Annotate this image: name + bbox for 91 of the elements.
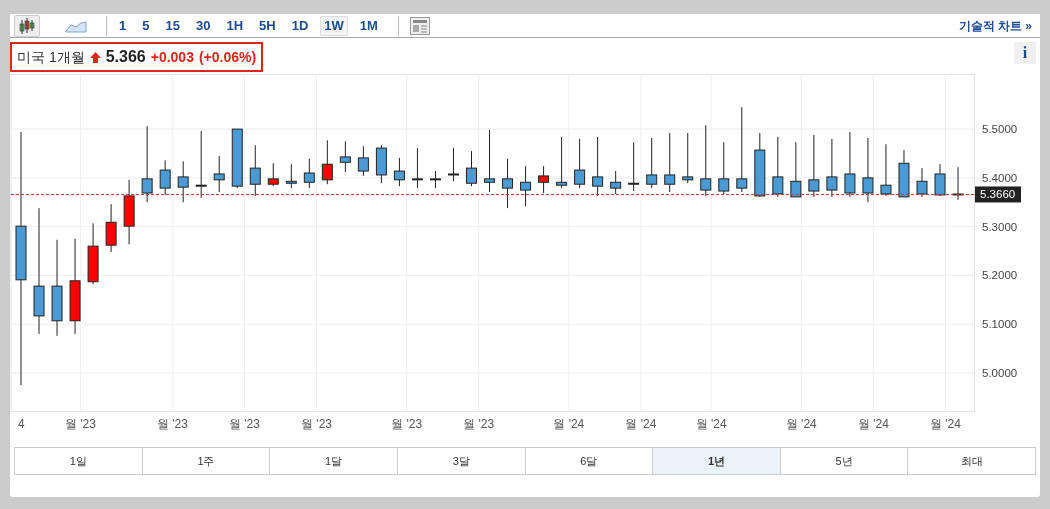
candle xyxy=(339,140,351,173)
x-axis-label: 월 '24 xyxy=(929,417,961,431)
interval-button[interactable]: 5H xyxy=(255,15,280,36)
info-button[interactable]: i xyxy=(1014,42,1036,64)
x-axis-label: 월 '23 xyxy=(463,417,495,431)
candle xyxy=(790,141,802,198)
interval-button[interactable]: 1W xyxy=(320,15,348,36)
x-axis-label: 월 '24 xyxy=(553,417,585,431)
candle xyxy=(123,179,135,245)
candle xyxy=(826,138,838,198)
candle xyxy=(411,147,423,189)
y-axis-label: 5.2000 xyxy=(982,269,1018,282)
interval-button[interactable]: 1H xyxy=(222,15,248,36)
ref-line-label: 5.3660 xyxy=(980,188,1016,201)
candle xyxy=(159,159,171,196)
candle xyxy=(429,170,441,189)
period-button[interactable]: 6달 xyxy=(525,447,654,475)
candle xyxy=(213,155,225,193)
candle xyxy=(357,145,369,177)
candle xyxy=(880,143,892,197)
candle xyxy=(285,163,297,189)
percent-change: (+0.06%) xyxy=(198,47,257,67)
candle xyxy=(592,136,604,197)
candle xyxy=(772,136,784,198)
interval-button[interactable]: 1D xyxy=(287,15,313,36)
candle xyxy=(628,141,640,192)
x-axis-label: 월 '24 xyxy=(785,417,817,431)
interval-button[interactable]: 1M xyxy=(355,15,382,36)
x-axis-label: 월 '23 xyxy=(156,417,188,431)
candle xyxy=(448,147,459,182)
candlestick-chart-button[interactable] xyxy=(14,14,40,37)
price-tag: 5.3660 xyxy=(975,186,1021,203)
candle xyxy=(754,132,766,198)
x-axis-label: 월 '23 xyxy=(228,417,260,431)
candle xyxy=(249,144,261,197)
candle xyxy=(610,170,622,195)
last-price: 5.366 xyxy=(105,47,146,67)
candle xyxy=(934,163,946,197)
candle xyxy=(952,166,964,201)
candle xyxy=(916,167,928,198)
period-button[interactable]: 1년 xyxy=(653,447,781,475)
candle xyxy=(646,137,658,189)
y-axis-label: 5.1000 xyxy=(982,318,1018,331)
candle xyxy=(682,132,694,184)
y-axis-label: 5.4000 xyxy=(982,171,1018,184)
candle xyxy=(538,165,550,194)
candle xyxy=(231,128,243,189)
candle xyxy=(484,129,495,193)
candle xyxy=(520,165,532,207)
y-axis-label: 5.5000 xyxy=(982,123,1018,136)
candle xyxy=(195,130,207,199)
candle xyxy=(862,137,874,203)
candle xyxy=(808,134,820,198)
x-axis-label: 월 '24 xyxy=(625,417,657,431)
candle xyxy=(321,139,333,185)
candle xyxy=(393,157,405,187)
period-button[interactable]: 5년 xyxy=(780,447,909,475)
x-axis-label: 월 '23 xyxy=(391,417,423,431)
interval-button[interactable]: 5 xyxy=(138,15,154,36)
candle xyxy=(502,158,514,209)
x-axis-label: 월 '24 xyxy=(857,417,889,431)
y-axis-label: 5.0000 xyxy=(982,366,1018,379)
interval-button[interactable]: 30 xyxy=(191,15,215,36)
x-axis-label: 월 '23 xyxy=(64,417,96,431)
candle xyxy=(556,136,568,189)
candle xyxy=(844,131,856,198)
x-axis-label: 월 '23 xyxy=(301,417,332,431)
period-button[interactable]: 최대 xyxy=(908,447,1036,475)
candle xyxy=(466,150,477,187)
candle xyxy=(664,132,676,193)
instrument-name: 미국 1개월 xyxy=(17,47,85,67)
period-button[interactable]: 1주 xyxy=(142,447,271,475)
period-button[interactable]: 3달 xyxy=(397,447,526,475)
candle xyxy=(177,160,189,203)
candle xyxy=(574,138,586,189)
period-button[interactable]: 1달 xyxy=(270,447,398,475)
technical-chart-link[interactable]: 기술적 차트 » xyxy=(958,16,1032,35)
price-change: +0.003 xyxy=(150,47,194,67)
candle xyxy=(718,141,730,196)
period-button[interactable]: 1일 xyxy=(14,447,143,475)
x-axis-label: 월 '24 xyxy=(695,417,727,431)
candle xyxy=(105,203,117,253)
interval-button[interactable]: 15 xyxy=(161,15,184,36)
candle xyxy=(87,222,99,285)
interval-button[interactable]: 1 xyxy=(115,15,131,36)
y-axis-label: 5.3000 xyxy=(982,220,1018,233)
candle xyxy=(267,162,279,187)
candle xyxy=(375,144,387,184)
candle xyxy=(898,149,910,198)
candle xyxy=(303,158,315,189)
x-axis-label: 4 xyxy=(18,417,25,431)
